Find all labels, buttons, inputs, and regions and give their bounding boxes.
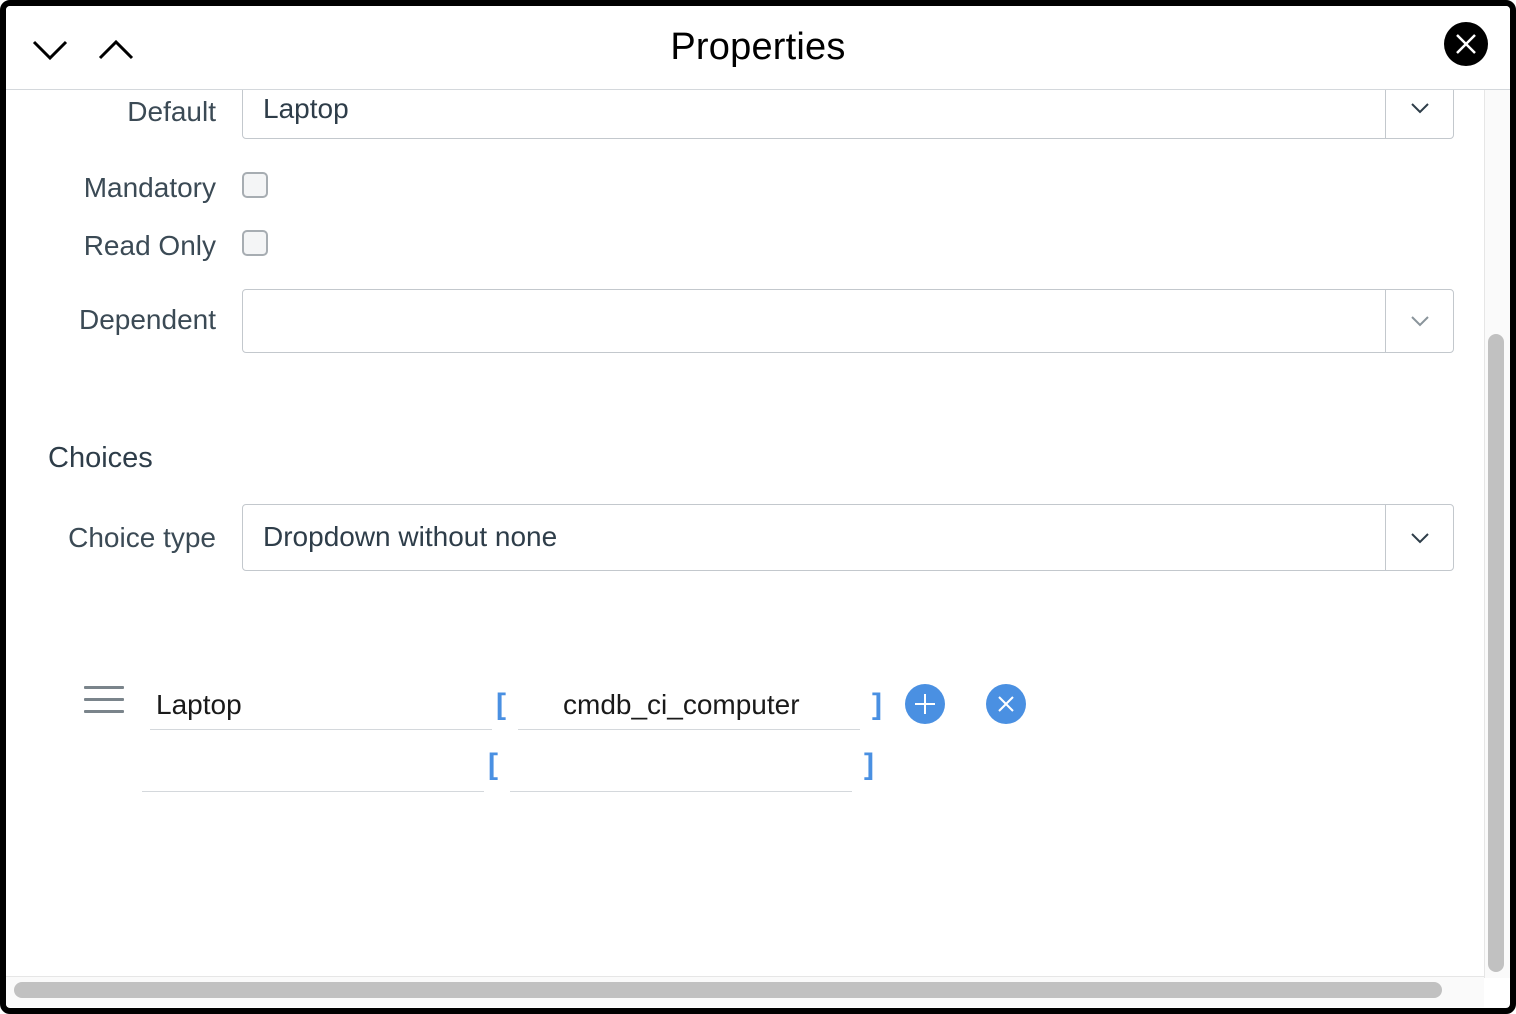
default-value: Laptop [263,93,349,124]
choice-label-value: Laptop [156,689,242,720]
close-button[interactable] [1444,22,1488,66]
page-title: Properties [670,26,846,68]
mandatory-label: Mandatory [83,172,216,203]
horizontal-scrollbar-thumb[interactable] [14,982,1442,998]
properties-window: Properties Default Laptop Mandatory Read… [0,0,1516,1014]
choice-type-select[interactable]: Dropdown without none [242,504,1454,571]
choice-value-input[interactable]: cmdb_ci_computer [518,688,860,730]
close-bracket: ] [864,748,874,781]
choice-type-label: Choice type [68,522,216,553]
new-choice-label-input[interactable] [142,750,484,792]
plus-icon [915,694,935,714]
add-choice-button[interactable] [905,684,945,724]
dependent-select[interactable] [242,289,1454,353]
chevron-down-icon [1411,102,1429,113]
dependent-label: Dependent [78,304,216,335]
close-icon [998,696,1014,712]
read-only-checkbox[interactable] [242,230,268,256]
dependent-dropdown-toggle[interactable] [1385,290,1453,352]
new-choice-value-input[interactable] [510,750,852,792]
drag-handle-icon[interactable] [84,686,124,716]
close-bracket: ] [872,688,882,721]
close-icon [1456,34,1476,54]
default-dropdown-toggle[interactable] [1385,90,1453,138]
choice-type-value: Dropdown without none [263,521,558,552]
choice-type-dropdown-toggle[interactable] [1385,505,1453,570]
default-label: Default [127,96,216,127]
choice-value-value: cmdb_ci_computer [563,689,800,720]
default-select[interactable]: Laptop [242,90,1454,139]
header: Properties [6,6,1510,90]
mandatory-checkbox[interactable] [242,172,268,198]
vertical-scrollbar-thumb[interactable] [1488,334,1504,972]
chevron-down-icon [1411,316,1429,327]
choice-label-input[interactable]: Laptop [150,688,492,730]
open-bracket: [ [488,748,498,781]
chevron-down-icon [1411,532,1429,543]
read-only-label: Read Only [83,230,216,261]
remove-choice-button[interactable] [986,684,1026,724]
choices-section-title: Choices [48,442,153,474]
open-bracket: [ [496,688,506,721]
form-content: Default Laptop Mandatory Read Only Depen… [6,90,1484,974]
